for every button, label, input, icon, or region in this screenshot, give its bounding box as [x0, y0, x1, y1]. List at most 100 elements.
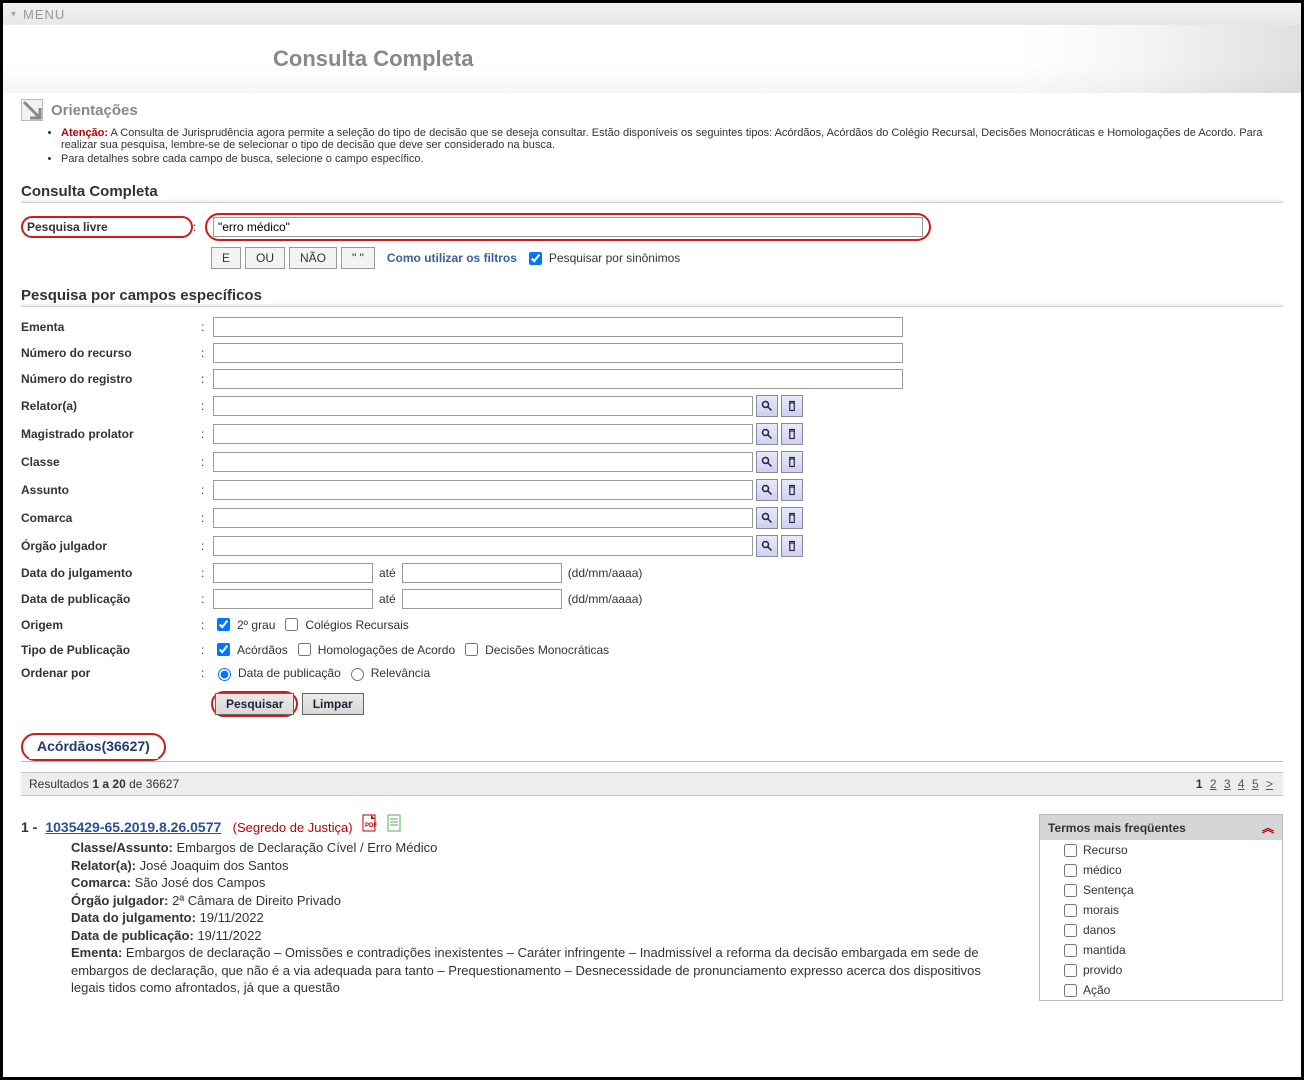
- page-1[interactable]: 1: [1196, 777, 1203, 791]
- data-publicacao-label: Data de publicação: [21, 592, 201, 606]
- synonym-checkbox[interactable]: [529, 252, 542, 265]
- op-nao-button[interactable]: NÃO: [289, 247, 337, 269]
- relator-input[interactable]: [213, 396, 753, 416]
- numero-registro-input[interactable]: [213, 369, 903, 389]
- orgao-julgador-label: Órgão julgador: [21, 539, 201, 553]
- page-5[interactable]: 5: [1252, 777, 1259, 791]
- term-checkbox[interactable]: [1064, 964, 1077, 977]
- dp-to-input[interactable]: [402, 589, 562, 609]
- dj-from-input[interactable]: [213, 563, 373, 583]
- orgao-search-icon[interactable]: [756, 535, 778, 557]
- term-checkbox[interactable]: [1064, 984, 1077, 997]
- menu-label[interactable]: MENU: [23, 7, 65, 22]
- top-menubar: ▾ MENU: [3, 3, 1301, 25]
- tipo-acordaos-checkbox[interactable]: [217, 643, 230, 656]
- dj-hint: (dd/mm/aaaa): [568, 566, 643, 580]
- pagination: 1 2 3 4 5 >: [1194, 777, 1275, 791]
- tipo-homolog-label: Homologações de Acordo: [318, 643, 455, 657]
- magistrado-input[interactable]: [213, 424, 753, 444]
- menu-arrow-icon: ▾: [11, 9, 17, 20]
- assunto-clear-icon[interactable]: [781, 479, 803, 501]
- expand-icon[interactable]: [21, 99, 43, 121]
- magistrado-search-icon[interactable]: [756, 423, 778, 445]
- comarca-clear-icon[interactable]: [781, 507, 803, 529]
- section-consulta: Consulta Completa: [21, 183, 1283, 203]
- orgao-julgador-input[interactable]: [213, 536, 753, 556]
- header: Consulta Completa: [3, 25, 1301, 93]
- origem-2grau-checkbox[interactable]: [217, 618, 230, 631]
- origem-colegios-checkbox[interactable]: [285, 618, 298, 631]
- term-item: médico: [1040, 860, 1282, 880]
- page-next[interactable]: >: [1266, 777, 1273, 791]
- ementa-label: Ementa: [21, 320, 201, 334]
- origem-colegios-label: Colégios Recursais: [305, 618, 408, 632]
- pesquisar-button[interactable]: Pesquisar: [215, 693, 294, 715]
- ordenar-relev-label: Relevância: [371, 666, 430, 680]
- magistrado-label: Magistrado prolator: [21, 427, 201, 441]
- numero-recurso-label: Número do recurso: [21, 346, 201, 360]
- doc-icon[interactable]: [387, 814, 403, 832]
- relator-clear-icon[interactable]: [781, 395, 803, 417]
- ordenar-data-radio[interactable]: [218, 668, 231, 681]
- dj-ate: até: [379, 566, 396, 580]
- classe-clear-icon[interactable]: [781, 451, 803, 473]
- term-checkbox[interactable]: [1064, 884, 1077, 897]
- ordenar-relev-radio[interactable]: [351, 668, 364, 681]
- collapse-icon[interactable]: ︽: [1262, 819, 1274, 836]
- tipo-monocrat-checkbox[interactable]: [465, 643, 478, 656]
- dp-from-input[interactable]: [213, 589, 373, 609]
- classe-input[interactable]: [213, 452, 753, 472]
- tab-acordaos[interactable]: Acórdãos(36627): [29, 735, 158, 759]
- limpar-button[interactable]: Limpar: [302, 693, 364, 715]
- result-item: 1 - 1035429-65.2019.8.26.0577 (Segredo d…: [21, 814, 1013, 1001]
- sidebox-title: Termos mais freqüentes: [1048, 821, 1186, 835]
- pesquisa-livre-input[interactable]: [213, 217, 923, 237]
- page-3[interactable]: 3: [1224, 777, 1231, 791]
- ementa-input[interactable]: [213, 317, 903, 337]
- comarca-input[interactable]: [213, 508, 753, 528]
- frequent-terms-box: Termos mais freqüentes ︽ Recurso médico …: [1039, 814, 1283, 1001]
- dj-to-input[interactable]: [402, 563, 562, 583]
- term-checkbox[interactable]: [1064, 904, 1077, 917]
- term-checkbox[interactable]: [1064, 844, 1077, 857]
- classe-search-icon[interactable]: [756, 451, 778, 473]
- ordenar-label: Ordenar por: [21, 666, 201, 680]
- op-aspas-button[interactable]: " ": [341, 247, 375, 269]
- assunto-input[interactable]: [213, 480, 753, 500]
- numero-recurso-input[interactable]: [213, 343, 903, 363]
- case-number-link[interactable]: 1035429-65.2019.8.26.0577: [45, 819, 221, 835]
- synonym-label: Pesquisar por sinônimos: [549, 251, 680, 265]
- term-item: Recurso: [1040, 840, 1282, 860]
- op-ou-button[interactable]: OU: [245, 247, 285, 269]
- tipo-homolog-checkbox[interactable]: [298, 643, 311, 656]
- classe-label: Classe: [21, 455, 201, 469]
- term-checkbox[interactable]: [1064, 864, 1077, 877]
- comarca-label: Comarca: [21, 511, 201, 525]
- term-item: morais: [1040, 900, 1282, 920]
- term-checkbox[interactable]: [1064, 924, 1077, 937]
- assunto-search-icon[interactable]: [756, 479, 778, 501]
- origem-label: Origem: [21, 618, 201, 632]
- term-item: Sentença: [1040, 880, 1282, 900]
- relator-search-icon[interactable]: [756, 395, 778, 417]
- section-campos: Pesquisa por campos específicos: [21, 287, 1283, 307]
- result-number: 1 -: [21, 819, 37, 835]
- filter-help-link[interactable]: Como utilizar os filtros: [387, 251, 517, 265]
- op-e-button[interactable]: E: [211, 247, 241, 269]
- page-2[interactable]: 2: [1210, 777, 1217, 791]
- header-decoration: [1021, 25, 1301, 93]
- origem-2grau-label: 2º grau: [237, 618, 275, 632]
- results-count: Resultados 1 a 20 de 36627: [29, 777, 179, 791]
- comarca-search-icon[interactable]: [756, 507, 778, 529]
- detail-text: Para detalhes sobre cada campo de busca,…: [61, 153, 1283, 165]
- term-item: mantida: [1040, 940, 1282, 960]
- pdf-icon[interactable]: PDF: [362, 814, 378, 832]
- term-checkbox[interactable]: [1064, 944, 1077, 957]
- assunto-label: Assunto: [21, 483, 201, 497]
- dp-hint: (dd/mm/aaaa): [568, 592, 643, 606]
- term-item: danos: [1040, 920, 1282, 940]
- magistrado-clear-icon[interactable]: [781, 423, 803, 445]
- orgao-clear-icon[interactable]: [781, 535, 803, 557]
- page-4[interactable]: 4: [1238, 777, 1245, 791]
- term-item: Ação: [1040, 980, 1282, 1000]
